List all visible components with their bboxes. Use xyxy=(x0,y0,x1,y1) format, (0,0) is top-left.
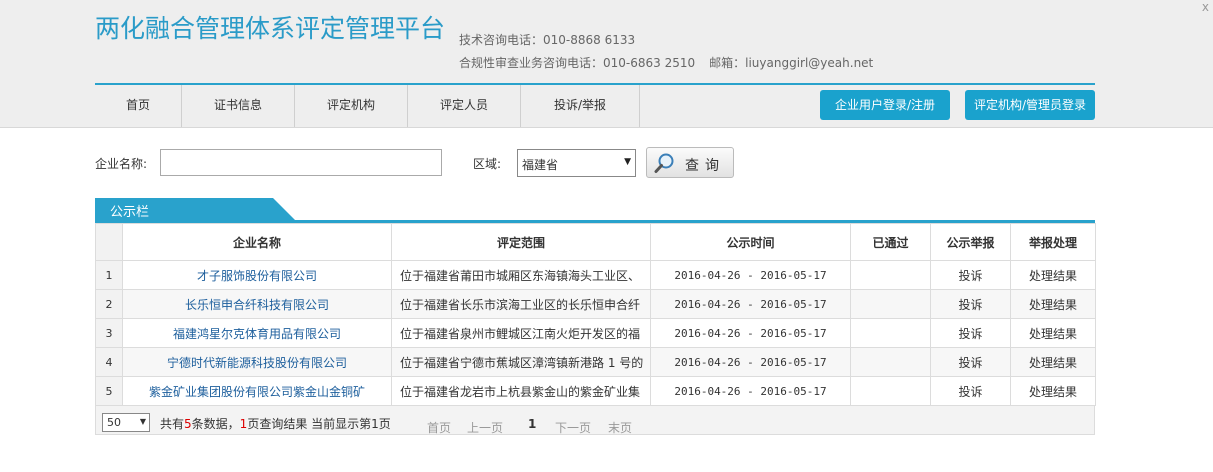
page-size-value: 50 xyxy=(107,416,121,429)
first-page-link[interactable]: 首页 xyxy=(427,419,451,436)
row-index: 3 xyxy=(95,318,123,348)
time-cell: 2016-04-26 - 2016-05-17 xyxy=(650,260,851,290)
passed-cell xyxy=(850,347,931,377)
current-page-number[interactable]: 1 xyxy=(528,417,536,431)
handle-result-link[interactable]: 处理结果 xyxy=(1010,318,1096,348)
complaint-link[interactable]: 投诉 xyxy=(930,376,1011,406)
next-page-link[interactable]: 下一页 xyxy=(555,419,591,436)
scope-cell: 位于福建省宁德市蕉城区漳湾镇新港路 1 号的 xyxy=(391,347,651,377)
table-row: 4 宁德时代新能源科技股份有限公司 位于福建省宁德市蕉城区漳湾镇新港路 1 号的… xyxy=(95,347,1096,377)
dropdown-arrow-icon: ▼ xyxy=(139,417,146,426)
complaint-link[interactable]: 投诉 xyxy=(930,347,1011,377)
nav-item-certificates[interactable]: 证书信息 xyxy=(182,85,295,127)
query-button[interactable]: 查询 xyxy=(646,147,734,178)
time-cell: 2016-04-26 - 2016-05-17 xyxy=(650,318,851,348)
last-page-link[interactable]: 末页 xyxy=(608,419,632,436)
compliance-phone: 合规性审查业务咨询电话：010-6863 2510 xyxy=(459,56,696,70)
passed-cell xyxy=(850,289,931,319)
company-link[interactable]: 才子服饰股份有限公司 xyxy=(122,260,392,290)
pagination-bar: 50 ▼ 共有5条数据，1页查询结果 当前显示第1页 首页 上一页 1 下一页 … xyxy=(95,405,1095,435)
column-header-handle: 举报处理 xyxy=(1010,223,1096,261)
enterprise-login-button[interactable]: 企业用户登录/注册 xyxy=(820,90,950,120)
row-index: 4 xyxy=(95,347,123,377)
table-row: 5 紫金矿业集团股份有限公司紫金山金铜矿 位于福建省龙岩市上杭县紫金山的紫金矿业… xyxy=(95,376,1096,406)
complaint-link[interactable]: 投诉 xyxy=(930,318,1011,348)
nav-item-home[interactable]: 首页 xyxy=(95,85,182,127)
row-index: 1 xyxy=(95,260,123,290)
search-icon xyxy=(654,153,674,173)
table-header-row: 企业名称 评定范围 公示时间 已通过 公示举报 举报处理 xyxy=(95,223,1096,261)
table-row: 3 福建鸿星尔克体育用品有限公司 位于福建省泉州市鲤城区江南火炬开发区的福 20… xyxy=(95,318,1096,348)
scope-cell: 位于福建省泉州市鲤城区江南火炬开发区的福 xyxy=(391,318,651,348)
company-link[interactable]: 紫金矿业集团股份有限公司紫金山金铜矿 xyxy=(122,376,392,406)
contact-email: 邮箱：liuyanggirl@yeah.net xyxy=(709,56,874,70)
handle-result-link[interactable]: 处理结果 xyxy=(1010,289,1096,319)
scope-cell: 位于福建省长乐市滨海工业区的长乐恒申合纤 xyxy=(391,289,651,319)
time-cell: 2016-04-26 - 2016-05-17 xyxy=(650,289,851,319)
column-header-scope: 评定范围 xyxy=(391,223,651,261)
summary-prefix: 共有 xyxy=(160,417,185,431)
summary-suffix: 页查询结果 当前显示第1页 xyxy=(247,417,391,431)
passed-cell xyxy=(850,318,931,348)
region-selected-value: 福建省 xyxy=(522,158,559,172)
handle-result-link[interactable]: 处理结果 xyxy=(1010,376,1096,406)
scope-cell: 位于福建省龙岩市上杭县紫金山的紫金矿业集 xyxy=(391,376,651,406)
table-row: 1 才子服饰股份有限公司 位于福建省莆田市城厢区东海镇海头工业区、 2016-0… xyxy=(95,260,1096,290)
announcement-tab-title: 公示栏 xyxy=(110,205,150,220)
complaint-link[interactable]: 投诉 xyxy=(930,289,1011,319)
column-header-time: 公示时间 xyxy=(650,223,851,261)
nav-item-institutions[interactable]: 评定机构 xyxy=(295,85,408,127)
time-cell: 2016-04-26 - 2016-05-17 xyxy=(650,376,851,406)
company-name-label: 企业名称: xyxy=(95,157,148,171)
company-link[interactable]: 福建鸿星尔克体育用品有限公司 xyxy=(122,318,392,348)
column-header-passed: 已通过 xyxy=(850,223,931,261)
company-link[interactable]: 长乐恒申合纤科技有限公司 xyxy=(122,289,392,319)
pagination-summary: 共有5条数据，1页查询结果 当前显示第1页 xyxy=(160,415,391,432)
tech-consult-phone: 技术咨询电话：010-8868 6133 xyxy=(459,33,636,47)
scope-cell: 位于福建省莆田市城厢区东海镇海头工业区、 xyxy=(391,260,651,290)
complaint-link[interactable]: 投诉 xyxy=(930,260,1011,290)
region-select[interactable]: 福建省 ▼ xyxy=(517,149,636,177)
handle-result-link[interactable]: 处理结果 xyxy=(1010,347,1096,377)
company-link[interactable]: 宁德时代新能源科技股份有限公司 xyxy=(122,347,392,377)
column-header-report: 公示举报 xyxy=(930,223,1011,261)
announcement-table: 企业名称 评定范围 公示时间 已通过 公示举报 举报处理 1 才子服饰股份有限公… xyxy=(95,223,1096,406)
query-button-label: 查询 xyxy=(685,158,725,174)
site-header: 两化融合管理体系评定管理平台 技术咨询电话：010-8868 6133 合规性审… xyxy=(0,0,1213,128)
region-label: 区域: xyxy=(473,157,502,171)
passed-cell xyxy=(850,376,931,406)
page-size-select[interactable]: 50 ▼ xyxy=(102,413,150,432)
handle-result-link[interactable]: 处理结果 xyxy=(1010,260,1096,290)
corner-mark: x xyxy=(1201,0,1209,14)
summary-mid: 条数据， xyxy=(191,417,240,431)
dropdown-arrow-icon: ▼ xyxy=(624,157,631,167)
prev-page-link[interactable]: 上一页 xyxy=(467,419,503,436)
main-nav: 首页 证书信息 评定机构 评定人员 投诉/举报 xyxy=(95,85,640,127)
company-name-input[interactable] xyxy=(160,149,442,176)
row-index: 2 xyxy=(95,289,123,319)
nav-item-assessors[interactable]: 评定人员 xyxy=(408,85,521,127)
row-index: 5 xyxy=(95,376,123,406)
index-column-header xyxy=(95,223,123,261)
table-row: 2 长乐恒申合纤科技有限公司 位于福建省长乐市滨海工业区的长乐恒申合纤 2016… xyxy=(95,289,1096,319)
column-header-company: 企业名称 xyxy=(122,223,392,261)
passed-cell xyxy=(850,260,931,290)
compliance-consult-line: 合规性审查业务咨询电话：010-6863 2510 邮箱：liuyanggirl@… xyxy=(459,54,873,71)
time-cell: 2016-04-26 - 2016-05-17 xyxy=(650,347,851,377)
nav-item-complaints[interactable]: 投诉/举报 xyxy=(521,85,640,127)
site-title: 两化融合管理体系评定管理平台 xyxy=(95,14,446,43)
admin-login-button[interactable]: 评定机构/管理员登录 xyxy=(965,90,1095,120)
total-count: 5 xyxy=(184,417,192,431)
